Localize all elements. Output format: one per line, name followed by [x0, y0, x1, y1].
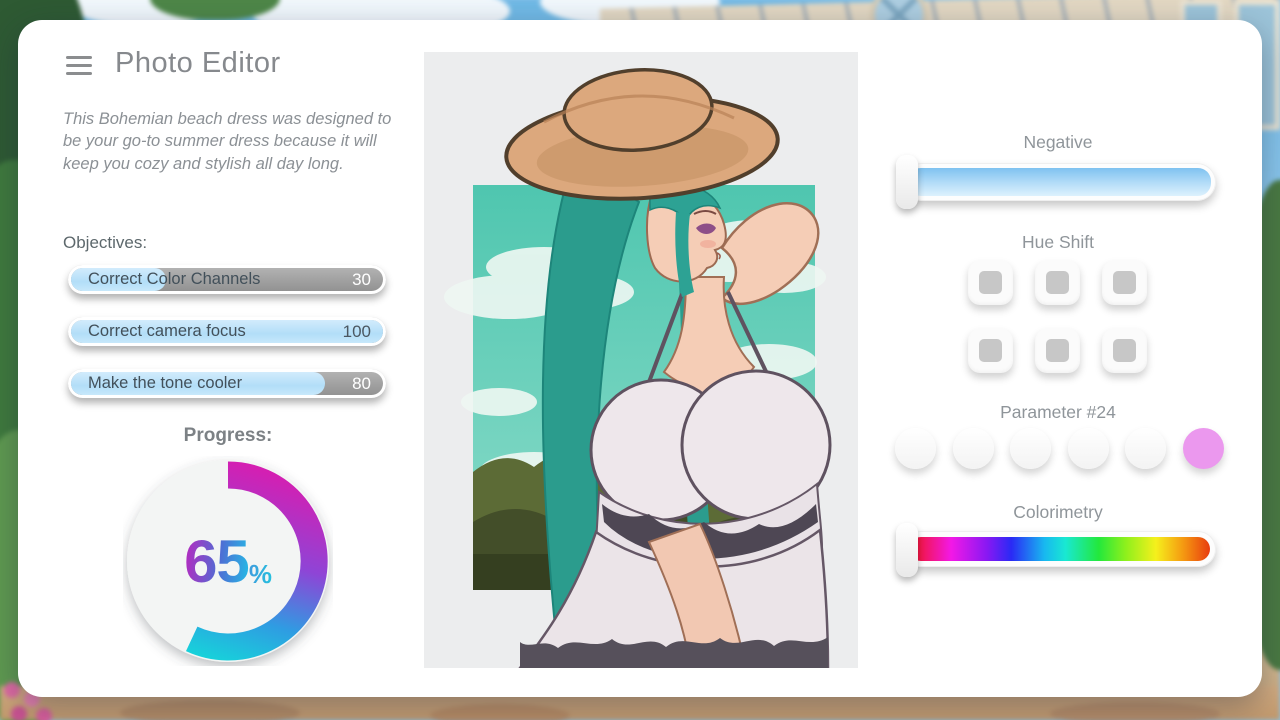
- colorimetry-label: Colorimetry: [878, 502, 1238, 523]
- editor-panel: Photo Editor This Bohemian beach dress w…: [18, 20, 1262, 697]
- hue-shift-button-5[interactable]: [1035, 328, 1080, 373]
- negative-slider-fill: [908, 168, 1211, 196]
- hue-shift-button-icon: [1113, 339, 1136, 362]
- objective-value: 100: [343, 317, 371, 346]
- parameter-options: [895, 428, 1224, 469]
- hue-shift-button-icon: [1046, 339, 1069, 362]
- hue-shift-button-icon: [1046, 271, 1069, 294]
- objective-label: Make the tone cooler: [88, 369, 242, 398]
- dress-description: This Bohemian beach dress was designed t…: [63, 108, 408, 175]
- parameter-option-1[interactable]: [895, 428, 936, 469]
- hue-shift-button-2[interactable]: [1035, 260, 1080, 305]
- progress-heading: Progress:: [128, 425, 328, 447]
- colorimetry-slider[interactable]: [903, 531, 1216, 567]
- negative-slider[interactable]: [903, 163, 1216, 201]
- photo-artwork: [424, 52, 858, 668]
- objective-label: Correct camera focus: [88, 317, 246, 346]
- objective-value: 30: [352, 265, 371, 294]
- background-sand-patch: [1050, 702, 1220, 720]
- hue-shift-button-1[interactable]: [968, 260, 1013, 305]
- progress-percent: 65: [184, 527, 249, 596]
- objective-label: Correct Color Channels: [88, 265, 260, 294]
- hue-shift-button-icon: [979, 271, 1002, 294]
- background-sand-patch: [120, 700, 300, 720]
- colorimetry-slider-knob[interactable]: [896, 523, 918, 577]
- hue-shift-button-3[interactable]: [1102, 260, 1147, 305]
- progress-ring: 65 %: [123, 456, 333, 666]
- progress-value: 65 %: [123, 456, 333, 666]
- photo-canvas: [424, 52, 858, 668]
- hue-shift-button-6[interactable]: [1102, 328, 1147, 373]
- menu-icon[interactable]: [66, 56, 92, 76]
- objectives-list: Correct Color Channels 30 Correct camera…: [68, 265, 386, 421]
- objectives-heading: Objectives:: [63, 233, 147, 253]
- parameter-option-3[interactable]: [1010, 428, 1051, 469]
- parameter-option-6-selected[interactable]: [1183, 428, 1224, 469]
- hue-shift-grid: [968, 260, 1147, 373]
- hue-shift-button-icon: [1113, 271, 1136, 294]
- page-title: Photo Editor: [115, 47, 281, 80]
- objective-value: 80: [352, 369, 371, 398]
- parameter-option-5[interactable]: [1125, 428, 1166, 469]
- hue-shift-label: Hue Shift: [878, 232, 1238, 253]
- parameter-option-2[interactable]: [953, 428, 994, 469]
- objective-bar-tone-cooler[interactable]: Make the tone cooler 80: [68, 369, 386, 398]
- objective-bar-camera-focus[interactable]: Correct camera focus 100: [68, 317, 386, 346]
- background-flowers: [4, 682, 20, 698]
- hue-shift-button-icon: [979, 339, 1002, 362]
- hue-shift-button-4[interactable]: [968, 328, 1013, 373]
- negative-label: Negative: [878, 132, 1238, 153]
- progress-percent-sign: %: [249, 559, 272, 590]
- colorimetry-slider-fill: [909, 537, 1210, 561]
- objective-bar-color-channels[interactable]: Correct Color Channels 30: [68, 265, 386, 294]
- parameter-option-4[interactable]: [1068, 428, 1109, 469]
- parameter-label: Parameter #24: [878, 402, 1238, 423]
- negative-slider-knob[interactable]: [896, 155, 918, 209]
